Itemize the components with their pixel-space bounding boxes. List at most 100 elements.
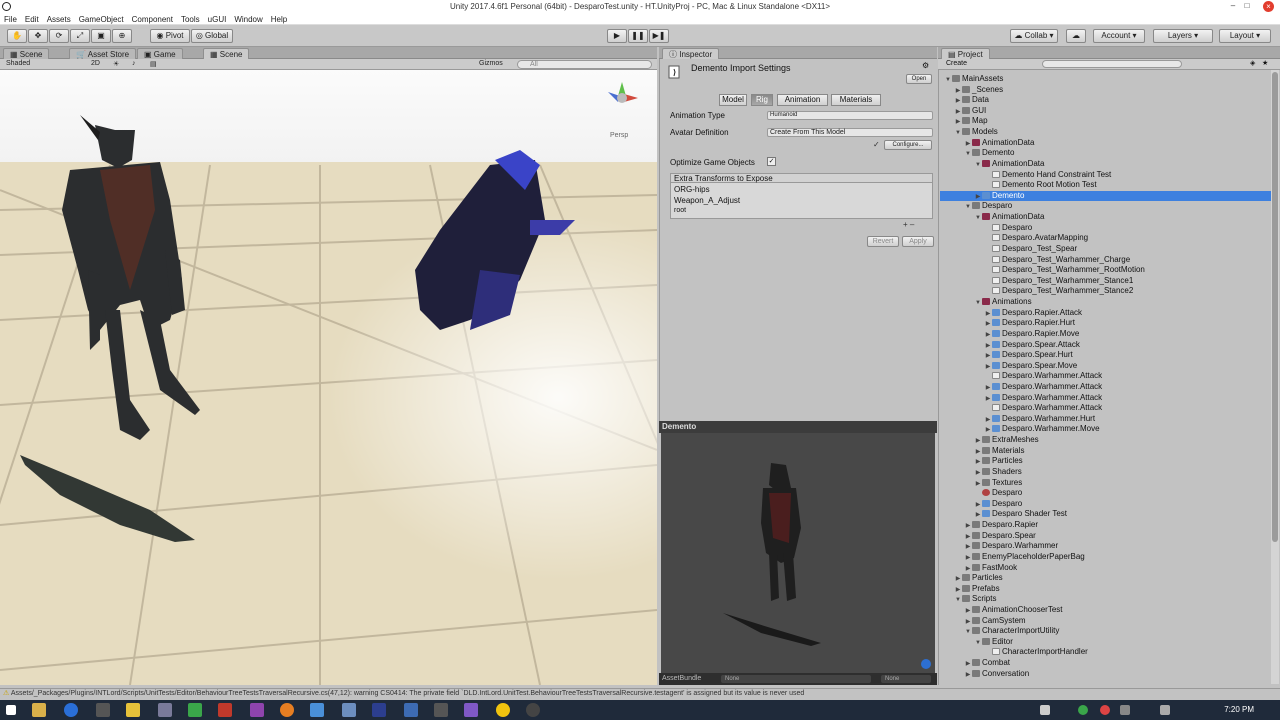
- collapsed-arrow-icon[interactable]: ▶: [984, 309, 992, 319]
- cloud-icon[interactable]: ☁: [1066, 29, 1086, 43]
- tree-row[interactable]: Demento Root Motion Test: [940, 180, 1272, 191]
- model-preview[interactable]: [661, 433, 935, 673]
- list-item[interactable]: ORG-hips: [674, 185, 710, 194]
- effects-icon[interactable]: ▤: [150, 60, 157, 68]
- menu-file[interactable]: File: [0, 13, 21, 24]
- collapsed-arrow-icon[interactable]: ▶: [974, 436, 982, 446]
- vs-icon[interactable]: [372, 703, 386, 717]
- expanded-arrow-icon[interactable]: ▼: [964, 627, 972, 637]
- collapsed-arrow-icon[interactable]: ▶: [984, 425, 992, 435]
- collapsed-arrow-icon[interactable]: ▶: [984, 330, 992, 340]
- notes-icon[interactable]: [126, 703, 140, 717]
- tree-row[interactable]: ▼ Scripts: [940, 594, 1272, 605]
- tree-row[interactable]: ▶ CamSystem: [940, 616, 1272, 627]
- collapsed-arrow-icon[interactable]: ▶: [984, 394, 992, 404]
- shading-mode-dropdown[interactable]: Shaded: [6, 60, 30, 67]
- audio-icon[interactable]: ♪: [132, 60, 136, 67]
- tree-row[interactable]: ▶ Combat: [940, 658, 1272, 669]
- tree-row[interactable]: Desparo: [940, 223, 1272, 234]
- collapsed-arrow-icon[interactable]: ▶: [964, 659, 972, 669]
- tree-row[interactable]: ▶ FastMook: [940, 563, 1272, 574]
- scene-search-input[interactable]: All: [517, 60, 652, 69]
- scene-viewport[interactable]: Persp: [0, 70, 657, 685]
- collapsed-arrow-icon[interactable]: ▶: [974, 510, 982, 520]
- tree-row[interactable]: ▼ Demento: [940, 148, 1272, 159]
- tree-row[interactable]: ▶ Desparo.Rapier.Hurt: [940, 318, 1272, 329]
- collapsed-arrow-icon[interactable]: ▶: [964, 553, 972, 563]
- assetbundle-variant-dropdown[interactable]: None: [881, 675, 931, 683]
- collapsed-arrow-icon[interactable]: ▶: [954, 107, 962, 117]
- filter-icon[interactable]: ◈: [1250, 59, 1255, 67]
- collapsed-arrow-icon[interactable]: ▶: [954, 96, 962, 106]
- tray-icon-1[interactable]: [1078, 705, 1088, 715]
- tree-row[interactable]: ▶ EnemyPlaceholderPaperBag: [940, 552, 1272, 563]
- tree-row[interactable]: Desparo.AvatarMapping: [940, 233, 1272, 244]
- mode-2d-toggle[interactable]: 2D: [91, 60, 100, 67]
- collapsed-arrow-icon[interactable]: ▶: [974, 468, 982, 478]
- hand-tool-icon[interactable]: ✋: [7, 29, 27, 43]
- media-icon[interactable]: [342, 703, 356, 717]
- tree-row[interactable]: ▶ AnimationData: [940, 138, 1272, 149]
- optimize-checkbox[interactable]: ✓: [767, 157, 776, 166]
- expanded-arrow-icon[interactable]: ▼: [974, 298, 982, 308]
- tree-row[interactable]: ▼ CharacterImportUtility: [940, 626, 1272, 637]
- account-dropdown[interactable]: Account ▾: [1093, 29, 1145, 43]
- red-app-icon[interactable]: [218, 703, 232, 717]
- layout-dropdown[interactable]: Layout ▾: [1219, 29, 1271, 43]
- tree-row[interactable]: ▶ Desparo.Rapier.Attack: [940, 308, 1272, 319]
- menu-edit[interactable]: Edit: [21, 13, 43, 24]
- windows-start-icon[interactable]: [6, 705, 16, 715]
- tree-row[interactable]: ▼ Editor: [940, 637, 1272, 648]
- tab-inspector[interactable]: ⓘ Inspector: [662, 48, 720, 59]
- collab-dropdown[interactable]: ☁ Collab ▾: [1010, 29, 1058, 43]
- collapsed-arrow-icon[interactable]: ▶: [964, 670, 972, 680]
- tree-row[interactable]: ▶ Particles: [940, 573, 1272, 584]
- menu-window[interactable]: Window: [230, 13, 266, 24]
- tree-row[interactable]: ▼ AnimationData: [940, 159, 1272, 170]
- lighting-icon[interactable]: ☀: [113, 60, 119, 68]
- menu-assets[interactable]: Assets: [43, 13, 75, 24]
- tab-rig[interactable]: Rig: [751, 94, 773, 106]
- tree-row[interactable]: ▶ Shaders: [940, 467, 1272, 478]
- tree-row[interactable]: ▶ Desparo.Spear: [940, 531, 1272, 542]
- collapsed-arrow-icon[interactable]: ▶: [974, 457, 982, 467]
- tree-row[interactable]: Desparo_Test_Spear: [940, 244, 1272, 255]
- tree-row[interactable]: ▶ Desparo: [940, 499, 1272, 510]
- expanded-arrow-icon[interactable]: ▼: [954, 128, 962, 138]
- rotate-tool-icon[interactable]: ⟳: [49, 29, 69, 43]
- tree-row[interactable]: ▶ Prefabs: [940, 584, 1272, 595]
- rect-tool-icon[interactable]: ▣: [91, 29, 111, 43]
- tree-row[interactable]: ▼ Desparo: [940, 201, 1272, 212]
- tree-row[interactable]: ▼ MainAssets: [940, 74, 1272, 85]
- chrome-icon[interactable]: [280, 703, 294, 717]
- settings-gear-icon[interactable]: ⚙: [922, 61, 929, 70]
- close-button[interactable]: ×: [1263, 1, 1274, 12]
- layers-dropdown[interactable]: Layers ▾: [1153, 29, 1213, 43]
- tab-model[interactable]: Model: [719, 94, 747, 106]
- tree-row[interactable]: ▶ Desparo.Spear.Hurt: [940, 350, 1272, 361]
- pivot-toggle[interactable]: ◉ Pivot: [150, 29, 190, 43]
- yellow-app-icon[interactable]: [496, 703, 510, 717]
- collapsed-arrow-icon[interactable]: ▶: [964, 564, 972, 574]
- network-icon[interactable]: [1120, 705, 1130, 715]
- collapsed-arrow-icon[interactable]: ▶: [954, 585, 962, 595]
- tray-icon-2[interactable]: [1100, 705, 1110, 715]
- collapsed-arrow-icon[interactable]: ▶: [984, 362, 992, 372]
- create-dropdown[interactable]: Create: [946, 60, 967, 67]
- tab-materials[interactable]: Materials: [831, 94, 881, 106]
- menu-component[interactable]: Component: [128, 13, 177, 24]
- tab-project[interactable]: ▤ Project: [941, 48, 990, 59]
- preview-toggle-icon[interactable]: [921, 659, 931, 669]
- collapsed-arrow-icon[interactable]: ▶: [974, 192, 982, 202]
- tree-row[interactable]: ▶ Demento: [940, 190, 1272, 202]
- tree-row[interactable]: Desparo_Test_Warhammer_Stance1: [940, 276, 1272, 287]
- obs-icon[interactable]: [526, 703, 540, 717]
- minimize-button[interactable]: –: [1226, 0, 1240, 13]
- tree-row[interactable]: ▼ Models: [940, 127, 1272, 138]
- collapsed-arrow-icon[interactable]: ▶: [964, 532, 972, 542]
- gizmos-dropdown[interactable]: Gizmos: [479, 60, 503, 67]
- tree-row[interactable]: Desparo_Test_Warhammer_RootMotion: [940, 265, 1272, 276]
- tree-row[interactable]: ▶ ExtraMeshes: [940, 435, 1272, 446]
- document-icon[interactable]: [310, 703, 324, 717]
- tree-row[interactable]: ▼ Animations: [940, 297, 1272, 308]
